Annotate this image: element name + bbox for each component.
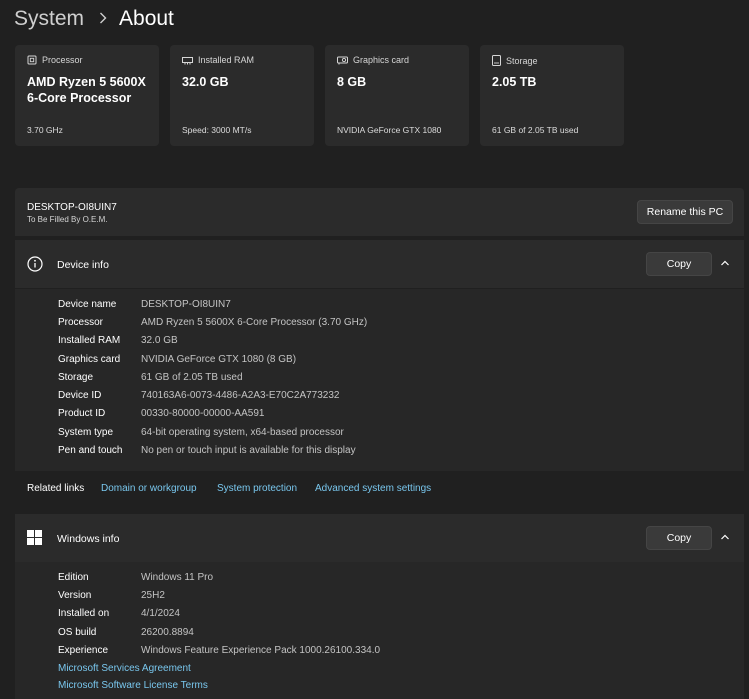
row-label: Installed RAM [58, 335, 121, 346]
windows-logo-icon [27, 530, 42, 545]
row-value: DESKTOP-OI8UIN7 [141, 299, 231, 310]
system-protection-link[interactable]: System protection [217, 483, 297, 494]
row-label: Device name [58, 299, 117, 310]
card-value: 8 GB [337, 75, 367, 89]
advanced-system-settings-link[interactable]: Advanced system settings [315, 483, 431, 494]
row-label: System type [58, 427, 114, 438]
windows-info-title: Windows info [57, 533, 120, 545]
processor-card: Processor AMD Ryzen 5 5600X 6-Core Proce… [15, 45, 159, 146]
rename-pc-button[interactable]: Rename this PC [637, 200, 733, 224]
storage-card: Storage 2.05 TB 61 GB of 2.05 TB used [480, 45, 624, 146]
card-sub: Speed: 3000 MT/s [182, 125, 252, 135]
card-sub: NVIDIA GeForce GTX 1080 [337, 125, 442, 135]
row-label: OS build [58, 627, 97, 638]
copy-windows-info-button[interactable]: Copy [646, 526, 712, 550]
row-label: Installed on [58, 608, 110, 619]
pc-name-bar: DESKTOP-OI8UIN7 To Be Filled By O.E.M. R… [15, 188, 744, 236]
chevron-right-icon [99, 11, 107, 28]
breadcrumb-system[interactable]: System [14, 7, 84, 31]
card-label: Graphics card [353, 55, 410, 65]
breadcrumb: System About [14, 4, 174, 34]
row-value: AMD Ryzen 5 5600X 6-Core Processor (3.70… [141, 317, 368, 328]
row-value: 740163A6-0073-4486-A2A3-E70C2A773232 [141, 390, 340, 401]
device-info-body: Device name DESKTOP-OI8UIN7 Processor AMD … [15, 289, 744, 471]
graphics-card-icon [337, 56, 348, 64]
page-title: About [119, 7, 174, 30]
card-value: AMD Ryzen 5 5600X 6-Core Processor [27, 75, 146, 105]
info-icon [27, 256, 43, 272]
card-sub: 3.70 GHz [27, 125, 63, 135]
processor-icon [27, 55, 37, 65]
row-label: Edition [58, 572, 89, 583]
row-label: Product ID [58, 408, 106, 419]
copy-device-info-button[interactable]: Copy [646, 252, 712, 276]
row-label: Pen and touch [58, 445, 123, 456]
row-value: 26200.8894 [141, 627, 194, 638]
related-links: Related links Domain or workgroup System… [15, 473, 744, 504]
card-label: Processor [42, 55, 83, 65]
microsoft-license-terms-link[interactable]: Microsoft Software License Terms [58, 680, 208, 691]
row-value: 25H2 [141, 590, 165, 601]
row-value: Windows 11 Pro [141, 572, 214, 583]
windows-info-header[interactable]: Windows info Copy [15, 514, 744, 562]
domain-workgroup-link[interactable]: Domain or workgroup [101, 483, 197, 494]
row-label: Device ID [58, 390, 102, 401]
row-label: Graphics card [58, 354, 121, 365]
card-sub: 61 GB of 2.05 TB used [492, 125, 579, 135]
row-label: Storage [58, 372, 94, 383]
card-value: 32.0 GB [182, 75, 229, 89]
chevron-up-icon[interactable] [720, 533, 730, 541]
device-info-title: Device info [57, 259, 109, 271]
row-label: Processor [58, 317, 104, 328]
row-value: 32.0 GB [141, 335, 178, 346]
spec-cards: Processor AMD Ryzen 5 5600X 6-Core Proce… [15, 45, 625, 147]
ram-icon [182, 56, 193, 64]
device-info-header[interactable]: Device info Copy [15, 240, 744, 288]
row-value: 4/1/2024 [141, 608, 180, 619]
microsoft-services-agreement-link[interactable]: Microsoft Services Agreement [58, 663, 191, 674]
pc-model: To Be Filled By O.E.M. [27, 215, 108, 224]
card-label: Installed RAM [198, 55, 255, 65]
row-value: 61 GB of 2.05 TB used [141, 372, 243, 383]
row-value: Windows Feature Experience Pack 1000.261… [141, 645, 381, 656]
row-label: Version [58, 590, 92, 601]
row-value: 00330-80000-00000-AA591 [141, 408, 265, 419]
chevron-up-icon[interactable] [720, 259, 730, 267]
graphics-card-card: Graphics card 8 GB NVIDIA GeForce GTX 10… [325, 45, 469, 146]
ram-card: Installed RAM 32.0 GB Speed: 3000 MT/s [170, 45, 314, 146]
pc-name: DESKTOP-OI8UIN7 [27, 202, 117, 213]
card-label: Storage [506, 55, 538, 66]
storage-icon [492, 55, 501, 66]
row-value: 64-bit operating system, x64-based proce… [141, 427, 344, 438]
row-label: Experience [58, 645, 109, 656]
row-value: NVIDIA GeForce GTX 1080 (8 GB) [141, 354, 297, 365]
windows-info-body: Edition Windows 11 Pro Version 25H2 Instal… [15, 562, 744, 699]
card-value: 2.05 TB [492, 75, 537, 89]
related-links-title: Related links [27, 483, 85, 494]
row-value: No pen or touch input is available for t… [141, 445, 356, 456]
